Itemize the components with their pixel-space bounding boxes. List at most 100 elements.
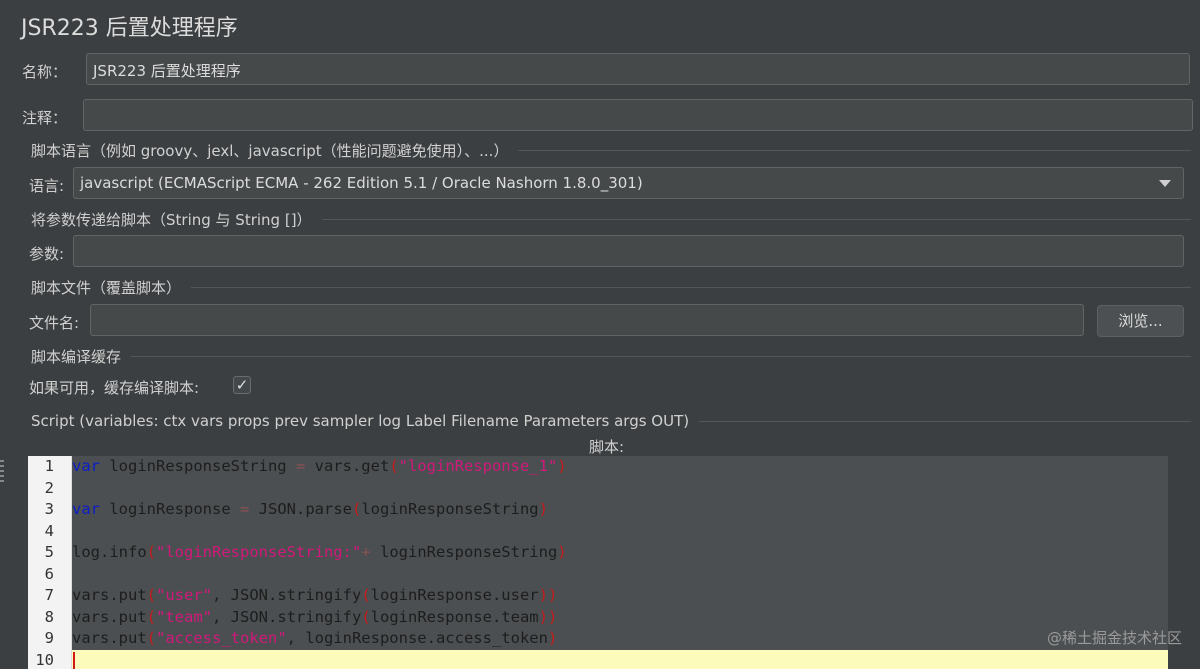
line-number: 10 bbox=[35, 650, 54, 669]
code-token: , JSON.stringify bbox=[212, 586, 362, 604]
chevron-down-icon[interactable] bbox=[1159, 179, 1171, 187]
code-token: , JSON.stringify bbox=[212, 607, 362, 626]
code-token: loginResponse.user bbox=[370, 586, 539, 604]
code-token: var bbox=[72, 500, 100, 518]
code-token: ) bbox=[538, 500, 548, 518]
code-line[interactable]: 10 bbox=[28, 650, 1168, 669]
language-section-title: 脚本语言（例如 groovy、jexl、javascript（性能问题避免使用）… bbox=[31, 142, 509, 160]
code-token: )) bbox=[538, 586, 558, 604]
script-editor[interactable]: 1 var loginResponseString = vars.get("log… bbox=[28, 456, 1168, 669]
line-number: 6 bbox=[44, 564, 54, 583]
code-text: vars.put("user", JSON.stringify(loginRes… bbox=[72, 585, 557, 607]
code-token: ( bbox=[146, 543, 156, 561]
filename-field[interactable] bbox=[90, 304, 1084, 336]
code-line[interactable]: 1 var loginResponseString = vars.get("log… bbox=[28, 456, 1168, 478]
name-field[interactable]: JSR223 后置处理程序 bbox=[86, 53, 1190, 85]
code-text: var loginResponse = JSON.parse(loginResp… bbox=[72, 499, 548, 521]
cache-section-title: 脚本编译缓存 bbox=[31, 348, 122, 366]
code-token: = bbox=[295, 457, 306, 475]
code-text: log.info("loginResponseString:"+ loginRe… bbox=[72, 542, 567, 564]
code-token: loginResponse bbox=[100, 500, 240, 518]
line-number: 4 bbox=[44, 521, 54, 540]
name-label: 名称： bbox=[22, 63, 68, 81]
code-text: vars.put("access_token", loginResponse.a… bbox=[72, 628, 557, 650]
language-select-value: javascript (ECMAScript ECMA - 262 Editio… bbox=[80, 174, 643, 192]
filename-field-value bbox=[91, 305, 1083, 317]
code-token: ( bbox=[351, 500, 362, 518]
script-label: 脚本: bbox=[589, 438, 625, 456]
resize-handle[interactable] bbox=[0, 460, 4, 484]
code-token: loginResponseString bbox=[361, 500, 539, 518]
cache-checkbox[interactable]: ✓ bbox=[233, 376, 251, 394]
params-field[interactable] bbox=[73, 235, 1184, 267]
language-section: 脚本语言（例如 groovy、jexl、javascript（性能问题避免使用）… bbox=[31, 140, 1191, 161]
code-token: vars.get bbox=[305, 457, 390, 475]
code-line[interactable]: 5 log.info("loginResponseString:"+ loginR… bbox=[28, 542, 1168, 564]
comment-field-value bbox=[84, 100, 1192, 112]
code-token: loginResponse.team bbox=[370, 607, 539, 626]
code-token: , loginResponse.access_token bbox=[286, 629, 548, 647]
code-token: ) bbox=[557, 543, 567, 561]
section-divider bbox=[518, 150, 1191, 151]
code-line[interactable]: 2 bbox=[28, 478, 1168, 500]
code-token: var bbox=[72, 457, 100, 475]
line-number: 1 bbox=[44, 457, 54, 475]
code-token: ( bbox=[389, 457, 399, 475]
cache-section: 脚本编译缓存 bbox=[31, 346, 1191, 367]
section-divider bbox=[131, 356, 1191, 357]
code-token: vars.put bbox=[72, 607, 147, 626]
code-token: vars.put bbox=[72, 629, 147, 647]
line-number: 7 bbox=[44, 586, 54, 604]
params-section: 将参数传递给脚本（String 与 String []） bbox=[31, 209, 1191, 230]
code-token: ( bbox=[146, 629, 156, 647]
code-token: ) bbox=[557, 457, 567, 475]
params-label: 参数: bbox=[29, 245, 65, 263]
name-field-value: JSR223 后置处理程序 bbox=[93, 62, 241, 80]
line-number: 2 bbox=[44, 478, 54, 497]
page-title: JSR223 后置处理程序 bbox=[21, 16, 238, 41]
code-token: ( bbox=[146, 607, 156, 626]
code-token: JSON.parse bbox=[249, 500, 352, 518]
code-text: vars.put("team", JSON.stringify(loginRes… bbox=[72, 607, 557, 629]
section-divider bbox=[191, 287, 1191, 288]
code-token: ) bbox=[547, 629, 558, 647]
code-token: "team" bbox=[156, 607, 212, 626]
code-text: var loginResponseString = vars.get("logi… bbox=[72, 456, 567, 478]
code-token: ( bbox=[361, 607, 371, 626]
file-section: 脚本文件（覆盖脚本） bbox=[31, 277, 1191, 298]
code-line[interactable]: 8 vars.put("team", JSON.stringify(loginRe… bbox=[28, 607, 1168, 629]
check-icon: ✓ bbox=[235, 376, 249, 394]
code-line[interactable]: 4 bbox=[28, 521, 1168, 543]
code-line[interactable]: 7 vars.put("user", JSON.stringify(loginRe… bbox=[28, 585, 1168, 607]
code-token: "access_token" bbox=[156, 629, 287, 647]
language-select[interactable]: javascript (ECMAScript ECMA - 262 Editio… bbox=[73, 167, 1184, 199]
section-divider bbox=[699, 420, 1191, 422]
code-token: "user" bbox=[156, 586, 212, 604]
filename-label: 文件名: bbox=[29, 314, 80, 332]
code-token: )) bbox=[538, 607, 558, 626]
code-token: "loginResponseString:" bbox=[156, 543, 362, 561]
code-line[interactable]: 9 vars.put("access_token", loginResponse.… bbox=[28, 628, 1168, 650]
code-token: vars.put bbox=[72, 586, 147, 604]
code-token: loginResponseString bbox=[100, 457, 296, 475]
code-token: loginResponseString bbox=[370, 543, 558, 561]
file-section-title: 脚本文件（覆盖脚本） bbox=[31, 279, 182, 297]
code-token: "loginResponse_1" bbox=[398, 457, 558, 475]
code-line[interactable]: 3 var loginResponse = JSON.parse(loginRes… bbox=[28, 499, 1168, 521]
code-token: = bbox=[239, 500, 250, 518]
comment-label: 注释： bbox=[22, 109, 68, 127]
section-divider bbox=[321, 219, 1191, 220]
line-number: 8 bbox=[44, 607, 54, 626]
cache-label: 如果可用，缓存编译脚本: bbox=[29, 379, 200, 397]
script-section: Script (variables: ctx vars props prev s… bbox=[31, 412, 1191, 430]
code-line[interactable]: 6 bbox=[28, 564, 1168, 586]
code-token: log.info bbox=[72, 543, 147, 561]
params-field-value bbox=[74, 236, 1183, 248]
browse-button[interactable]: 浏览... bbox=[1097, 305, 1184, 337]
watermark: @稀土掘金技术社区 bbox=[1046, 629, 1182, 647]
params-section-title: 将参数传递给脚本（String 与 String []） bbox=[31, 211, 312, 229]
line-number: 3 bbox=[44, 500, 54, 518]
line-number: 5 bbox=[44, 543, 54, 561]
language-label: 语言: bbox=[29, 177, 65, 195]
comment-field[interactable] bbox=[83, 99, 1193, 131]
